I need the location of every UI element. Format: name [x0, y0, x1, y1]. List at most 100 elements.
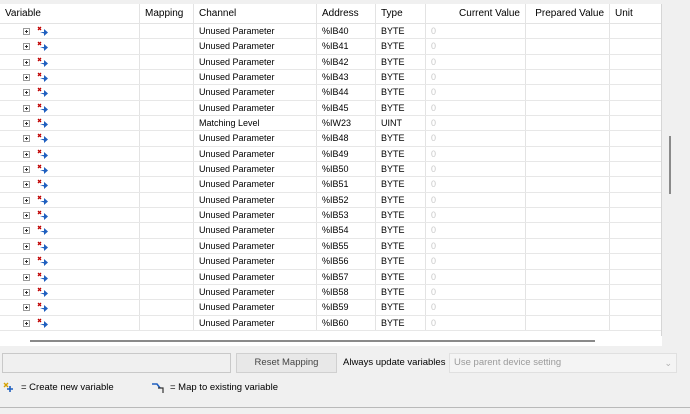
variable-cell[interactable] [0, 223, 140, 238]
mapping-cell[interactable] [140, 223, 194, 238]
vertical-scrollbar-thumb[interactable] [669, 136, 671, 194]
mapping-cell[interactable] [140, 24, 194, 39]
prepared-value-cell[interactable] [526, 208, 610, 223]
expand-plus-icon[interactable] [23, 104, 30, 112]
expand-plus-icon[interactable] [23, 166, 30, 174]
variable-cell[interactable] [0, 162, 140, 177]
table-row[interactable]: Unused Parameter %IB42 BYTE 0 [0, 54, 661, 71]
variable-cell[interactable] [0, 39, 140, 54]
column-header-variable[interactable]: Variable [0, 4, 140, 24]
expand-plus-icon[interactable] [23, 227, 30, 235]
variable-cell[interactable] [0, 208, 140, 223]
prepared-value-cell[interactable] [526, 70, 610, 85]
table-row[interactable]: Unused Parameter %IB53 BYTE 0 [0, 208, 661, 224]
prepared-value-cell[interactable] [526, 269, 610, 284]
table-row[interactable]: Unused Parameter %IB58 BYTE 0 [0, 284, 661, 301]
column-header-channel[interactable]: Channel [194, 4, 317, 24]
prepared-value-cell[interactable] [526, 24, 610, 39]
horizontal-scrollbar-thumb[interactable] [30, 340, 595, 342]
table-row[interactable]: Unused Parameter %IB50 BYTE 0 [0, 162, 661, 178]
table-row[interactable]: Unused Parameter %IB54 BYTE 0 [0, 223, 661, 239]
mapping-cell[interactable] [140, 100, 194, 116]
variable-cell[interactable] [0, 54, 140, 70]
variable-cell[interactable] [0, 24, 140, 39]
table-row[interactable]: Unused Parameter %IB52 BYTE 0 [0, 192, 661, 209]
expand-plus-icon[interactable] [23, 181, 30, 189]
table-row[interactable]: Unused Parameter %IB44 BYTE 0 [0, 85, 661, 101]
variable-cell[interactable] [0, 177, 140, 192]
expand-plus-icon[interactable] [23, 196, 30, 204]
mapping-cell[interactable] [140, 177, 194, 192]
variable-cell[interactable] [0, 85, 140, 100]
reset-mapping-button[interactable]: Reset Mapping [236, 353, 337, 373]
prepared-value-cell[interactable] [526, 39, 610, 54]
prepared-value-cell[interactable] [526, 300, 610, 315]
column-header-mapping[interactable]: Mapping [140, 4, 194, 24]
variable-cell[interactable] [0, 131, 140, 146]
expand-plus-icon[interactable] [23, 120, 30, 128]
prepared-value-cell[interactable] [526, 100, 610, 116]
prepared-value-cell[interactable] [526, 192, 610, 208]
table-row[interactable]: Unused Parameter %IB51 BYTE 0 [0, 177, 661, 193]
prepared-value-cell[interactable] [526, 284, 610, 300]
mapping-cell[interactable] [140, 192, 194, 208]
prepared-value-cell[interactable] [526, 177, 610, 192]
table-row[interactable]: Unused Parameter %IB43 BYTE 0 [0, 70, 661, 86]
mapping-cell[interactable] [140, 146, 194, 162]
mapping-cell[interactable] [140, 85, 194, 100]
expand-plus-icon[interactable] [23, 273, 30, 281]
expand-plus-icon[interactable] [23, 242, 30, 250]
prepared-value-cell[interactable] [526, 238, 610, 254]
mapping-cell[interactable] [140, 70, 194, 85]
mapping-cell[interactable] [140, 254, 194, 269]
variable-cell[interactable] [0, 269, 140, 284]
expand-plus-icon[interactable] [23, 43, 30, 51]
mapping-cell[interactable] [140, 315, 194, 330]
prepared-value-cell[interactable] [526, 162, 610, 177]
variable-cell[interactable] [0, 146, 140, 162]
mapping-cell[interactable] [140, 116, 194, 131]
prepared-value-cell[interactable] [526, 131, 610, 146]
column-header-prepared-value[interactable]: Prepared Value [526, 4, 610, 24]
mapping-cell[interactable] [140, 131, 194, 146]
mapping-cell[interactable] [140, 284, 194, 300]
prepared-value-cell[interactable] [526, 223, 610, 238]
variable-cell[interactable] [0, 70, 140, 85]
variable-cell[interactable] [0, 284, 140, 300]
table-row[interactable]: Unused Parameter %IB41 BYTE 0 [0, 39, 661, 55]
variable-cell[interactable] [0, 315, 140, 330]
variable-cell[interactable] [0, 254, 140, 269]
table-row[interactable]: Unused Parameter %IB59 BYTE 0 [0, 300, 661, 316]
column-header-address[interactable]: Address [317, 4, 376, 24]
variable-cell[interactable] [0, 116, 140, 131]
horizontal-scrollbar[interactable] [0, 336, 662, 346]
table-row[interactable]: Unused Parameter %IB45 BYTE 0 [0, 100, 661, 117]
column-header-unit[interactable]: Unit [610, 4, 661, 24]
mapping-cell[interactable] [140, 208, 194, 223]
table-row[interactable]: Unused Parameter %IB49 BYTE 0 [0, 146, 661, 163]
mapping-cell[interactable] [140, 54, 194, 70]
expand-plus-icon[interactable] [23, 212, 30, 220]
expand-plus-icon[interactable] [23, 28, 30, 35]
table-row[interactable]: Unused Parameter %IB60 BYTE 0 [0, 315, 661, 331]
expand-plus-icon[interactable] [23, 304, 30, 312]
expand-plus-icon[interactable] [23, 288, 30, 296]
prepared-value-cell[interactable] [526, 116, 610, 131]
prepared-value-cell[interactable] [526, 315, 610, 330]
filter-field[interactable] [2, 353, 231, 373]
table-row[interactable]: Matching Level %IW23 UINT 0 [0, 116, 661, 132]
table-row[interactable]: Unused Parameter %IB40 BYTE 0 [0, 24, 661, 40]
table-row[interactable]: Unused Parameter %IB56 BYTE 0 [0, 254, 661, 270]
variable-cell[interactable] [0, 238, 140, 254]
variable-cell[interactable] [0, 300, 140, 315]
mapping-cell[interactable] [140, 238, 194, 254]
expand-plus-icon[interactable] [23, 150, 30, 158]
table-row[interactable]: Unused Parameter %IB48 BYTE 0 [0, 131, 661, 147]
mapping-cell[interactable] [140, 269, 194, 284]
column-header-type[interactable]: Type [376, 4, 426, 24]
expand-plus-icon[interactable] [23, 89, 30, 97]
variable-cell[interactable] [0, 100, 140, 116]
mapping-cell[interactable] [140, 162, 194, 177]
expand-plus-icon[interactable] [23, 258, 30, 266]
table-row[interactable]: Unused Parameter %IB55 BYTE 0 [0, 238, 661, 255]
